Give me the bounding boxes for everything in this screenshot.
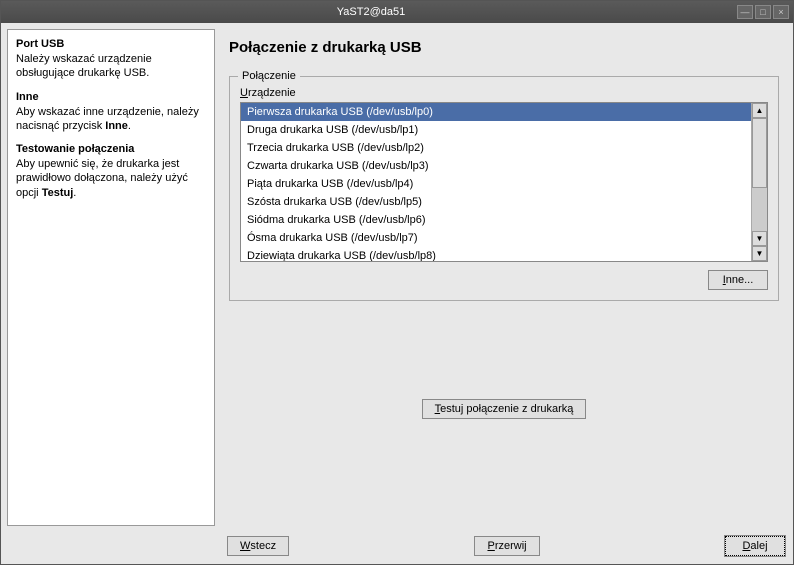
device-list-label: Urządzenie: [240, 87, 768, 99]
help-sidebar: Port USB Należy wskazać urządzenie obsłu…: [7, 29, 215, 526]
help-heading-3: Testowanie połączenia: [16, 143, 206, 155]
maximize-icon[interactable]: □: [755, 5, 771, 19]
fieldset-legend: Połączenie: [238, 70, 300, 82]
list-item[interactable]: Druga drukarka USB (/dev/usb/lp1): [241, 121, 751, 139]
app-window: YaST2@da51 — □ × Port USB Należy wskazać…: [0, 0, 794, 565]
window-title: YaST2@da51: [5, 6, 737, 18]
device-listbox[interactable]: Pierwsza drukarka USB (/dev/usb/lp0)Drug…: [240, 102, 768, 262]
minimize-icon[interactable]: —: [737, 5, 753, 19]
list-item[interactable]: Szósta drukarka USB (/dev/usb/lp5): [241, 193, 751, 211]
list-item[interactable]: Trzecia drukarka USB (/dev/usb/lp2): [241, 139, 751, 157]
scroll-track[interactable]: [752, 118, 767, 231]
list-item[interactable]: Siódma drukarka USB (/dev/usb/lp6): [241, 211, 751, 229]
help-text-3: Aby upewnić się, że drukarka jest prawid…: [16, 157, 206, 200]
content-area: Port USB Należy wskazać urządzenie obsłu…: [1, 23, 793, 532]
list-item[interactable]: Piąta drukarka USB (/dev/usb/lp4): [241, 175, 751, 193]
test-connection-button[interactable]: Testuj połączenie z drukarką: [422, 399, 587, 419]
connection-fieldset: Połączenie Urządzenie Pierwsza drukarka …: [229, 76, 779, 301]
window-controls: — □ ×: [737, 5, 789, 19]
page-title: Połączenie z drukarką USB: [229, 39, 779, 56]
list-item[interactable]: Pierwsza drukarka USB (/dev/usb/lp0): [241, 103, 751, 121]
list-item[interactable]: Dziewiąta drukarka USB (/dev/usb/lp8): [241, 247, 751, 261]
back-button[interactable]: Wstecz: [227, 536, 289, 556]
abort-button[interactable]: Przerwij: [474, 536, 539, 556]
other-button[interactable]: Inne...: [708, 270, 768, 290]
help-heading-2: Inne: [16, 91, 206, 103]
list-item[interactable]: Ósma drukarka USB (/dev/usb/lp7): [241, 229, 751, 247]
close-icon[interactable]: ×: [773, 5, 789, 19]
scroll-down-icon[interactable]: ▼: [752, 231, 767, 246]
help-text-2: Aby wskazać inne urządzenie, należy naci…: [16, 105, 206, 134]
scroll-up-icon[interactable]: ▲: [752, 103, 767, 118]
main-panel: Połączenie z drukarką USB Połączenie Urz…: [221, 29, 787, 526]
help-text-1: Należy wskazać urządzenie obsługujące dr…: [16, 52, 206, 81]
help-heading-1: Port USB: [16, 38, 206, 50]
titlebar: YaST2@da51 — □ ×: [1, 1, 793, 23]
next-button[interactable]: Dalej: [725, 536, 785, 556]
wizard-footer: Wstecz Przerwij Dalej: [1, 532, 793, 564]
list-item[interactable]: Czwarta drukarka USB (/dev/usb/lp3): [241, 157, 751, 175]
scrollbar[interactable]: ▲ ▼ ▼: [751, 103, 767, 261]
scroll-down-icon-2[interactable]: ▼: [752, 246, 767, 261]
scroll-thumb[interactable]: [752, 118, 767, 188]
